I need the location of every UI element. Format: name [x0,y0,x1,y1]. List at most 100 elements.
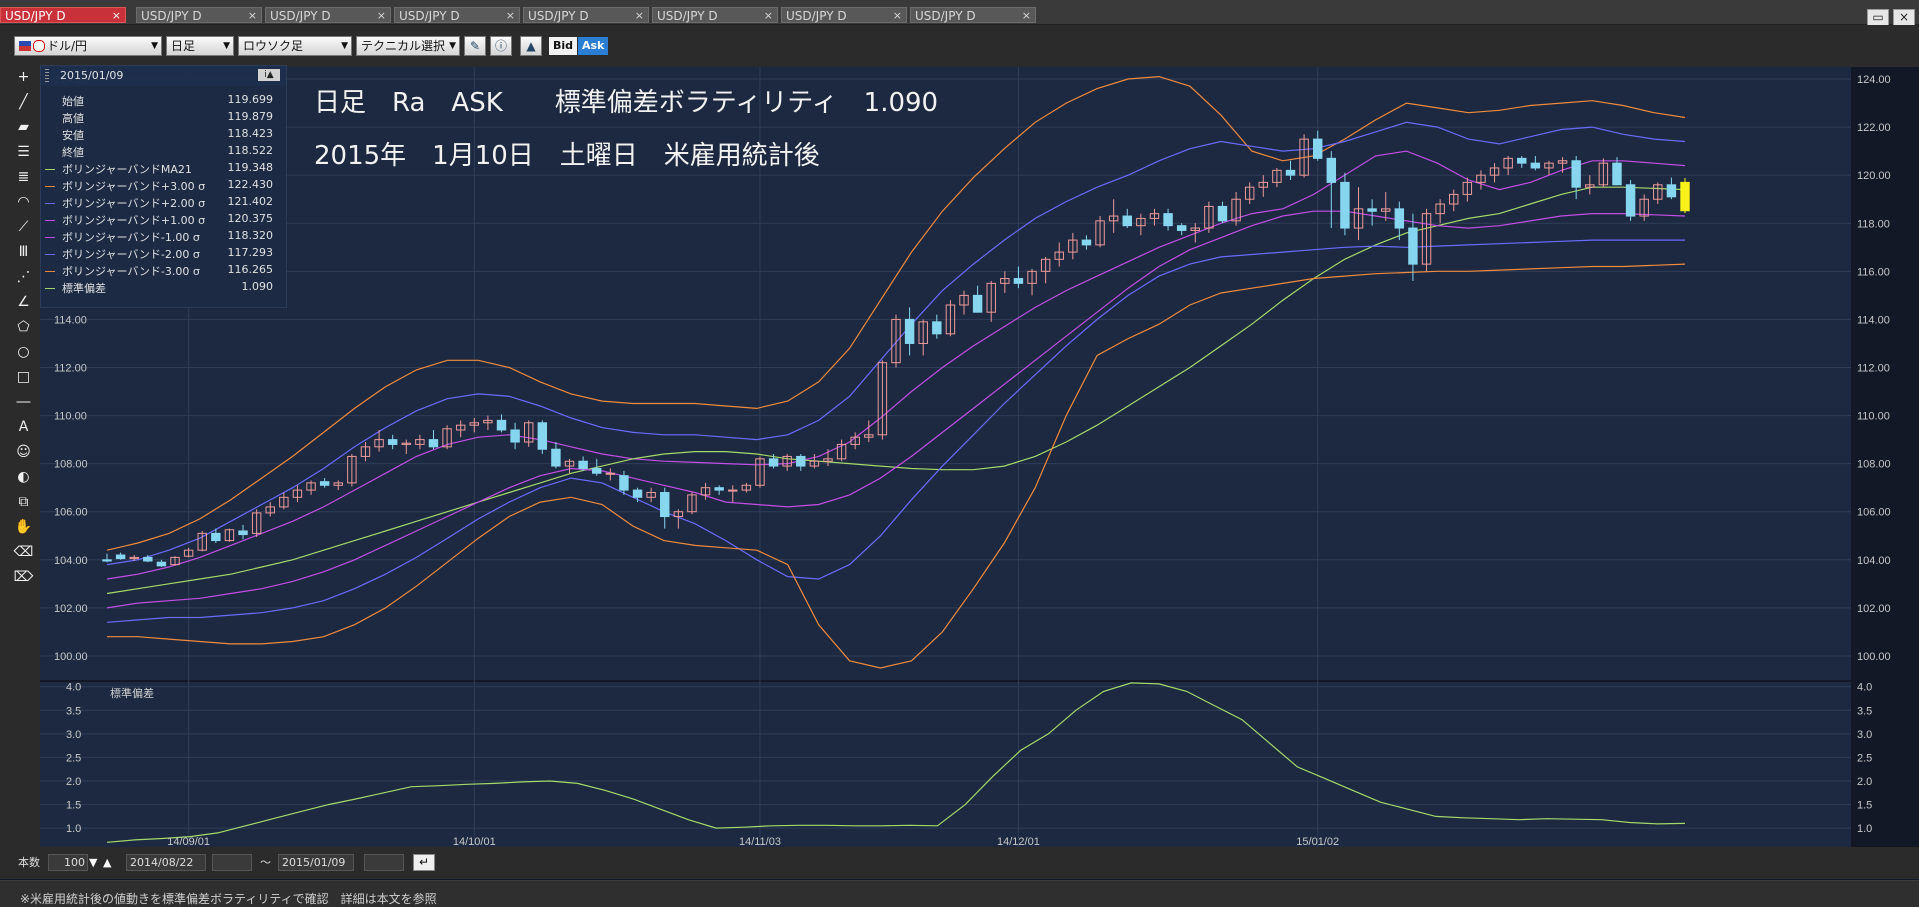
horizontal-lines-icon[interactable]: ☰ [13,142,34,162]
info-row: 安値 118.423 [41,127,286,143]
tab-usdjpy-2[interactable]: USD/JPY D × [136,7,262,23]
candle-body [932,321,942,335]
sub-y-tick-label-right: 3.0 [1857,729,1872,741]
candle-body [1285,169,1296,176]
count-up-button[interactable]: ▲ [103,854,111,871]
candle-body [1367,208,1377,212]
candle-body [1312,138,1323,159]
price-plot-background [40,67,1851,680]
sub-y-tick-label-right: 1.5 [1857,800,1872,812]
start-time-field[interactable] [212,854,252,871]
tab-label: USD/JPY D [270,9,331,23]
tab-close-icon[interactable]: × [893,8,902,24]
tab-usdjpy-6[interactable]: USD/JPY D × [652,7,778,23]
angle-icon[interactable]: ∠ [13,292,34,312]
return-icon[interactable]: ↵ [413,854,435,871]
ask-button[interactable]: Ask [578,37,609,55]
eraser-all-icon[interactable]: ⌦ [13,567,34,587]
candle-body [1571,160,1581,188]
hand-icon[interactable]: ✋ [13,517,34,537]
count-input[interactable]: 100 [48,854,88,871]
circle-icon[interactable]: ○ [13,342,34,362]
rectangle-icon[interactable]: □ [13,367,34,387]
horizontal-line-icon[interactable]: ― [13,392,34,412]
tab-usdjpy-5[interactable]: USD/JPY D × [523,7,649,23]
tab-close-icon[interactable]: × [248,8,257,24]
bid-button[interactable]: Bid [549,37,578,55]
info-value: 118.320 [227,229,274,242]
end-date-field[interactable]: 2015/01/09 [278,854,354,871]
symbol-select[interactable]: ドル/円 ▼ [14,36,162,56]
tab-close-icon[interactable]: × [764,8,773,24]
trend-line-icon[interactable]: ╱ [13,92,34,112]
candle-body [387,439,398,445]
sub-y-tick-label-right: 2.5 [1857,752,1872,764]
info-row: ボリンジャーバンド+3.00 σ 122.430 [41,178,286,194]
candle-body [1176,225,1187,231]
info-icon[interactable]: ⓘ [490,36,512,56]
chart-area[interactable]: 100.00 100.00 102.00 102.00 104.00 104.00 106.… [40,67,1919,848]
y-tick-label-right: 114.00 [1857,314,1890,326]
end-time-field[interactable] [364,854,404,871]
info-label: 終値 [62,146,84,159]
copy-icon[interactable]: ⧉ [13,492,34,512]
candle-body [1163,213,1173,227]
jp-flag-icon [33,40,45,52]
chart-type-select[interactable]: ロウソク足 ▼ [238,36,352,56]
sub-y-tick-label-left: 3.5 [66,705,81,717]
tab-label: USD/JPY D [141,9,202,23]
y-tick-label-right: 124.00 [1857,74,1891,86]
ruler-icon[interactable]: ▰ [13,117,34,137]
crosshair-icon[interactable]: + [13,67,34,87]
pentagon-icon[interactable]: ⬠ [13,317,34,337]
start-date-field[interactable]: 2014/08/22 [126,854,206,871]
pitchfork-icon[interactable]: ⋰ [13,267,34,287]
sub-y-tick-label-left: 4.0 [66,682,81,694]
fan-icon[interactable]: ⟋ [13,217,34,237]
drag-handle-icon[interactable] [45,69,49,83]
candle-body [496,419,507,431]
legend-swatch [45,169,55,170]
y-tick-label-right: 102.00 [1857,603,1891,615]
info-row: 標準偏差 1.090 [41,280,286,296]
y-tick-label-left: 106.00 [54,507,88,519]
tab-close-icon[interactable]: × [506,8,515,24]
timeframe-select[interactable]: 日足 ▼ [166,36,234,56]
magnet-icon[interactable]: ◐ [13,467,34,487]
info-value: 118.423 [227,127,274,140]
tab-close-icon[interactable]: × [635,8,644,24]
info-label: ボリンジャーバンド-2.00 σ [62,248,200,261]
y-tick-label-right: 110.00 [1857,411,1890,423]
candle-body [714,487,724,491]
pen-icon[interactable]: ✎ [464,36,486,56]
tab-close-icon[interactable]: × [112,8,121,24]
drawing-tools-sidebar: + ╱ ▰ ☰ ≣ ◠ ⟋ Ⅲ ⋰ ∠ ⬠ ○ □ ― A ☺ ◐ ⧉ ✋ ⌫ … [0,67,40,847]
tab-close-icon[interactable]: × [1022,8,1031,24]
sub-y-tick-label-left: 2.0 [66,776,81,788]
smiley-icon[interactable]: ☺ [13,442,34,462]
candle-body [1612,162,1622,186]
x-tick-label: 14/12/01 [997,836,1040,847]
area-chart-icon[interactable]: ▲ [520,36,542,56]
sub-y-tick-label-left: 2.5 [66,752,81,764]
tab-usdjpy-1[interactable]: USD/JPY D × [0,7,126,23]
tab-usdjpy-7[interactable]: USD/JPY D × [781,7,907,23]
tab-usdjpy-8[interactable]: USD/JPY D × [910,7,1036,23]
count-down-button[interactable]: ▼ [89,854,97,871]
info-label: 高値 [62,112,84,125]
tab-usdjpy-3[interactable]: USD/JPY D × [265,7,391,23]
collapse-icon[interactable]: i▲ [258,69,280,81]
info-label: 始値 [62,95,84,108]
technical-select-button[interactable]: テクニカル選択 ▼ [356,36,460,56]
tab-close-icon[interactable]: × [377,8,386,24]
candle-body [238,530,248,536]
vertical-lines-icon[interactable]: Ⅲ [13,242,34,262]
text-icon[interactable]: A [13,417,34,437]
tab-usdjpy-4[interactable]: USD/JPY D × [394,7,520,23]
candle-body [1517,157,1527,164]
fibonacci-icon[interactable]: ≣ [13,167,34,187]
candle-body [1394,208,1405,229]
tab-label: USD/JPY D [786,9,847,23]
arc-icon[interactable]: ◠ [13,192,34,212]
eraser-icon[interactable]: ⌫ [13,542,34,562]
